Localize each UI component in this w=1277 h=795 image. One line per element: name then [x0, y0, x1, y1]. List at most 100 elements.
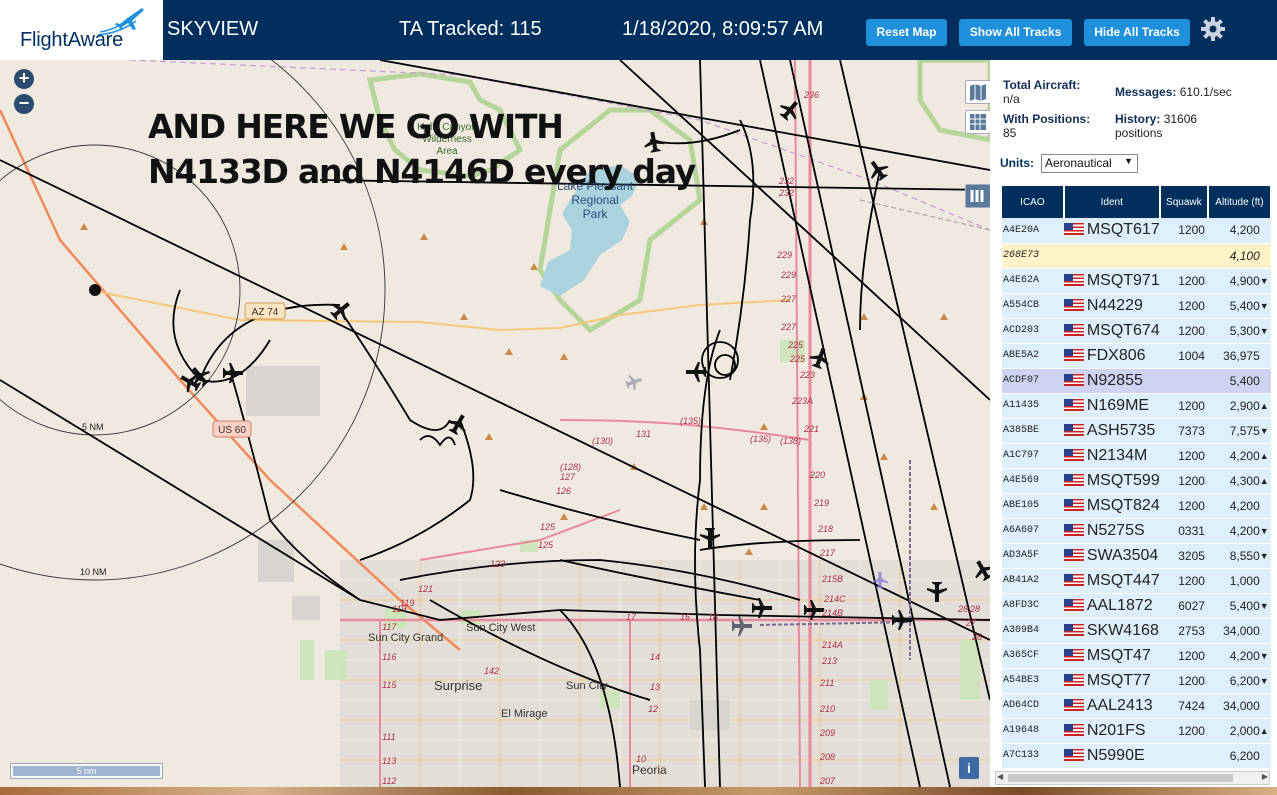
ident-cell: ASH5735 [1063, 418, 1160, 444]
icao-cell-text: A54BE3 [1003, 675, 1040, 686]
squawk-cell-text: 1200 [1178, 448, 1205, 463]
ident-text: AAL1872 [1086, 596, 1153, 614]
table-row[interactable]: A554CB N44229 1200 5,400 ▼ [1002, 293, 1271, 319]
us-flag-icon [1063, 223, 1084, 236]
table-row[interactable]: A365CF MSQT47 1200 4,200 ▼ [1002, 643, 1271, 669]
table-row[interactable]: A54BE3 MSQT77 1200 6,200 ▼ [1002, 668, 1271, 694]
hide-all-tracks-button[interactable]: Hide All Tracks [1084, 19, 1190, 46]
squawk-cell: 1200 [1159, 393, 1208, 419]
table-row[interactable]: A19648 N201FS 1200 2,000 ▲ [1002, 718, 1271, 744]
altitude-cell-text: 5,400 [1229, 598, 1260, 613]
altitude-trend: ▼ [1259, 293, 1271, 319]
icao-cell: A6A607 [1002, 518, 1064, 544]
table-row[interactable]: A8FD3C AAL1872 6027 5,400 ▼ [1002, 593, 1271, 619]
road-number: 227 [780, 294, 797, 304]
table-row[interactable]: AD64CD AAL2413 7424 34,000 [1002, 693, 1271, 719]
horizontal-scrollbar[interactable]: ◀ ▶ [995, 771, 1270, 785]
zoom-in-button[interactable]: + [14, 69, 34, 89]
column-header-ident[interactable]: Ident [1063, 186, 1161, 218]
scroll-left-icon[interactable]: ◀ [997, 772, 1003, 781]
column-header-squawk[interactable]: Squawk [1159, 186, 1209, 218]
info-button[interactable]: i [959, 757, 979, 779]
grid-toggle-button[interactable] [965, 110, 990, 134]
altitude-cell-text: 8,550 [1229, 548, 1260, 563]
road-number: 229 [776, 250, 792, 260]
table-row[interactable]: ACD203 MSQT674 1200 5,300 ▼ [1002, 318, 1271, 344]
ident-cell: MSQT971 [1063, 268, 1160, 294]
altitude-trend: ▲ [1259, 393, 1271, 419]
table-row[interactable]: A4E569 MSQT599 1200 4,300 ▲ [1002, 468, 1271, 494]
altitude-trend [1259, 368, 1271, 394]
with-positions-value: 85 [1003, 126, 1017, 140]
altitude-cell-text: 4,100 [1229, 248, 1260, 263]
squawk-cell-text: 1200 [1178, 673, 1205, 688]
zoom-out-button[interactable]: − [14, 94, 34, 114]
road-number: 12 [648, 704, 658, 714]
with-positions-label: With Positions: [1003, 112, 1091, 126]
table-row[interactable]: A4E20A MSQT617 1200 4,200 [1002, 218, 1271, 244]
table-row[interactable]: A1C797 N2134M 1200 4,200 ▲ [1002, 443, 1271, 469]
reset-map-button[interactable]: Reset Map [866, 19, 947, 46]
altitude-trend-text: ▲ [1259, 400, 1269, 411]
history: History: 31606 positions [1115, 112, 1197, 140]
icao-cell-text: AD3A5F [1003, 550, 1040, 561]
sidebar-toggle-button[interactable] [965, 184, 990, 208]
ident-cell: MSQT77 [1063, 668, 1160, 694]
table-row[interactable]: A11435 N169ME 1200 2,900 ▲ [1002, 393, 1271, 419]
squawk-cell: 1200 [1159, 493, 1208, 519]
ident-text: MSQT824 [1086, 496, 1160, 514]
scrollbar-thumb[interactable] [1008, 774, 1233, 782]
road-number: 28 [969, 604, 980, 614]
scale-label: 5 nm [13, 766, 160, 776]
icao-cell-text: ACD203 [1003, 325, 1040, 336]
us-flag-icon [1063, 623, 1084, 636]
table-header: ICAO Ident Squawk Altitude (ft) [1002, 186, 1273, 218]
road-number: 223 [799, 370, 815, 380]
table-row[interactable]: A4E62A MSQT971 1200 4,900 ▼ [1002, 268, 1271, 294]
squawk-cell-text: 1200 [1178, 273, 1205, 288]
table-row[interactable]: AB41A2 MSQT447 1200 1,000 [1002, 568, 1271, 594]
road-number: 125 [540, 522, 556, 532]
altitude-cell: 4,100 [1207, 243, 1260, 269]
altitude-cell-text: 4,200 [1229, 523, 1260, 538]
table-row[interactable]: A309B4 SKW4168 2753 34,000 [1002, 618, 1271, 644]
icao-cell-text: A19648 [1003, 725, 1040, 736]
units-select[interactable]: Aeronautical ▼ [1041, 154, 1138, 173]
us-flag-icon [1063, 673, 1084, 686]
us-flag-icon [1063, 598, 1084, 611]
squawk-cell: 1200 [1159, 468, 1208, 494]
icao-cell-text: A1C797 [1003, 450, 1040, 461]
icao-cell: ABE5A2 [1002, 343, 1064, 369]
map-view[interactable]: AZ 74 US 60 Hells Canyon Wilderness Area… [0, 60, 990, 787]
altitude-trend-text: ▼ [1259, 275, 1269, 286]
column-header-altitude[interactable]: Altitude (ft) [1207, 186, 1273, 218]
table-row[interactable]: ACDF07 N92855 5,400 [1002, 368, 1271, 394]
scroll-right-icon[interactable]: ▶ [1262, 772, 1268, 781]
road-number: 26 [971, 632, 982, 642]
icao-cell-text: 268E73 [1003, 250, 1040, 261]
ident-text: SWA3504 [1086, 546, 1159, 564]
ident-text: N201FS [1086, 721, 1146, 739]
table-row[interactable]: 268E73 4,100 [1002, 243, 1271, 269]
ident-cell: N5275S [1063, 518, 1160, 544]
altitude-trend [1259, 218, 1271, 244]
column-header-icao[interactable]: ICAO [1002, 186, 1065, 218]
table-row[interactable]: A7C133 N5990E 6,200 [1002, 743, 1271, 769]
table-row[interactable]: ABE5A2 FDX806 1004 36,975 [1002, 343, 1271, 369]
table-row[interactable]: ABE105 MSQT824 1200 4,200 [1002, 493, 1271, 519]
gear-icon[interactable] [1200, 16, 1226, 42]
altitude-cell: 1,000 [1207, 568, 1260, 594]
us-flag-icon [1063, 448, 1084, 461]
dropdown-arrow-icon: ▼ [1124, 156, 1133, 166]
map-layers-button[interactable] [965, 80, 990, 104]
altitude-trend [1259, 618, 1271, 644]
road-number: 223A [791, 396, 813, 406]
us-flag-icon [1063, 698, 1084, 711]
table-row[interactable]: AD3A5F SWA3504 3205 8,550 ▼ [1002, 543, 1271, 569]
show-all-tracks-button[interactable]: Show All Tracks [959, 19, 1072, 46]
altitude-cell-text: 5,300 [1229, 323, 1260, 338]
flightaware-logo[interactable]: FlightAware [0, 0, 163, 60]
table-row[interactable]: A385BE ASH5735 7373 7,575 ▼ [1002, 418, 1271, 444]
road-number: 13 [650, 682, 660, 692]
table-row[interactable]: A6A607 N5275S 0331 4,200 ▼ [1002, 518, 1271, 544]
